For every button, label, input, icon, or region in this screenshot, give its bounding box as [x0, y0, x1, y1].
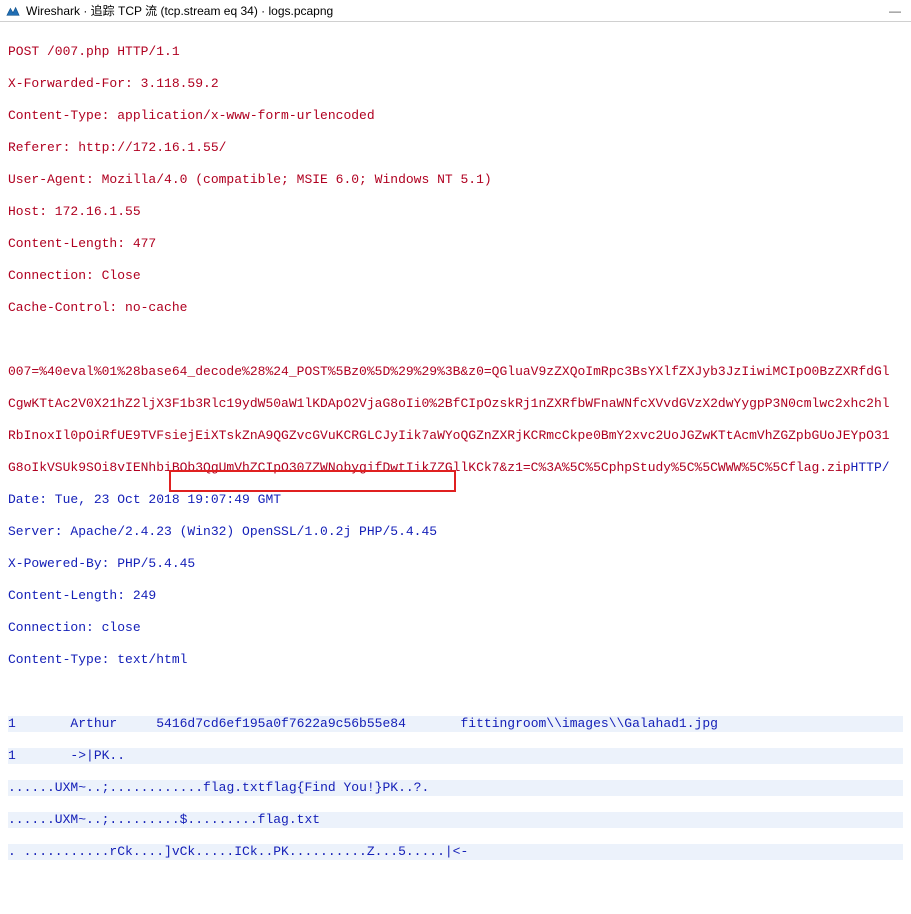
request-header: Host: 172.16.1.55	[8, 204, 903, 220]
response-header: Content-Length: 249	[8, 588, 903, 604]
response-body-line: 1 ->|PK..	[8, 748, 903, 764]
minimize-button[interactable]: —	[889, 4, 901, 18]
request-header: Cache-Control: no-cache	[8, 300, 903, 316]
window-title: Wireshark · 追踪 TCP 流 (tcp.stream eq 34) …	[26, 2, 889, 19]
response-header: X-Powered-By: PHP/5.4.45	[8, 556, 903, 572]
response-header: Content-Type: text/html	[8, 652, 903, 668]
flag-text: ...flag.txtflag{Find You!}PK..?.	[180, 780, 430, 796]
response-body-line: . ...........rCk....]vCk.....ICk..PK....…	[8, 844, 903, 860]
blank-line	[8, 332, 903, 348]
request-body-line: 007=%40eval%01%28base64_decode%28%24_POS…	[8, 364, 903, 380]
request-header: User-Agent: Mozilla/4.0 (compatible; MSI…	[8, 172, 903, 188]
response-header: Server: Apache/2.4.23 (Win32) OpenSSL/1.…	[8, 524, 903, 540]
wireshark-icon	[6, 4, 20, 18]
response-header: Connection: close	[8, 620, 903, 636]
window-controls: —	[889, 4, 905, 18]
request-body-line: G8oIkVSUk9SOi8vIENhbiBOb3QgUmVhZCIpO307Z…	[8, 460, 903, 476]
request-line: POST /007.php HTTP/1.1	[8, 44, 903, 60]
request-body-line: CgwKTtAc2V0X21hZ2ljX3F1b3Rlc19ydW50aW1lK…	[8, 396, 903, 412]
request-header: Content-Length: 477	[8, 236, 903, 252]
request-header: Connection: Close	[8, 268, 903, 284]
response-body-line: 1 Arthur 5416d7cd6ef195a0f7622a9c56b55e8…	[8, 716, 903, 732]
stream-content[interactable]: POST /007.php HTTP/1.1 X-Forwarded-For: …	[0, 22, 911, 914]
response-body-line: ......UXM~..;.........$.........flag.txt	[8, 812, 903, 828]
request-header: X-Forwarded-For: 3.118.59.2	[8, 76, 903, 92]
request-header: Content-Type: application/x-www-form-url…	[8, 108, 903, 124]
response-body-line: ......UXM~..;............flag.txtflag{Fi…	[8, 780, 903, 796]
request-body-line: RbInoxIl0pOiRfUE9TVFsiejEiXTskZnA9QGZvcG…	[8, 428, 903, 444]
blank-line	[8, 684, 903, 700]
request-header: Referer: http://172.16.1.55/	[8, 140, 903, 156]
response-header: Date: Tue, 23 Oct 2018 19:07:49 GMT	[8, 492, 903, 508]
titlebar: Wireshark · 追踪 TCP 流 (tcp.stream eq 34) …	[0, 0, 911, 22]
